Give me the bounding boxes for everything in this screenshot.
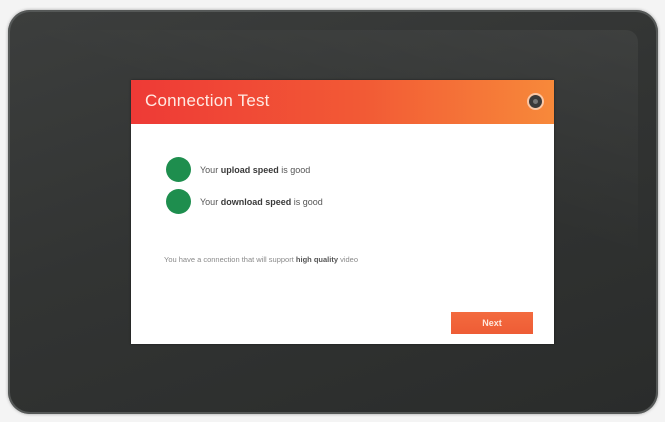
close-icon[interactable] (529, 95, 542, 108)
note-text: You have a connection that will support (164, 255, 294, 264)
upload-result-text: Your upload speed is good (200, 165, 310, 175)
dialog-title: Connection Test (145, 91, 270, 110)
download-result-suffix: is good (293, 196, 323, 207)
connection-note: You have a connection that will support … (164, 255, 358, 264)
photo-background: Connection Test Your upload speed is goo… (0, 0, 665, 422)
download-result-row: Your download speed is good (166, 189, 323, 214)
note-emphasis: high quality (295, 255, 338, 264)
note-suffix: video (340, 255, 359, 264)
upload-speed-label: upload speed (220, 164, 279, 175)
upload-result-suffix: is good (281, 164, 311, 175)
dialog-header: Connection Test (131, 80, 554, 124)
connection-test-dialog: Connection Test Your upload speed is goo… (131, 80, 554, 344)
status-good-icon (166, 157, 191, 182)
download-speed-label: download speed (220, 196, 292, 207)
upload-result-row: Your upload speed is good (166, 157, 310, 182)
download-result-prefix: Your (200, 196, 219, 207)
download-result-text: Your download speed is good (200, 197, 323, 207)
upload-result-prefix: Your (200, 164, 219, 175)
status-good-icon (166, 189, 191, 214)
next-button[interactable]: Next (451, 312, 533, 334)
